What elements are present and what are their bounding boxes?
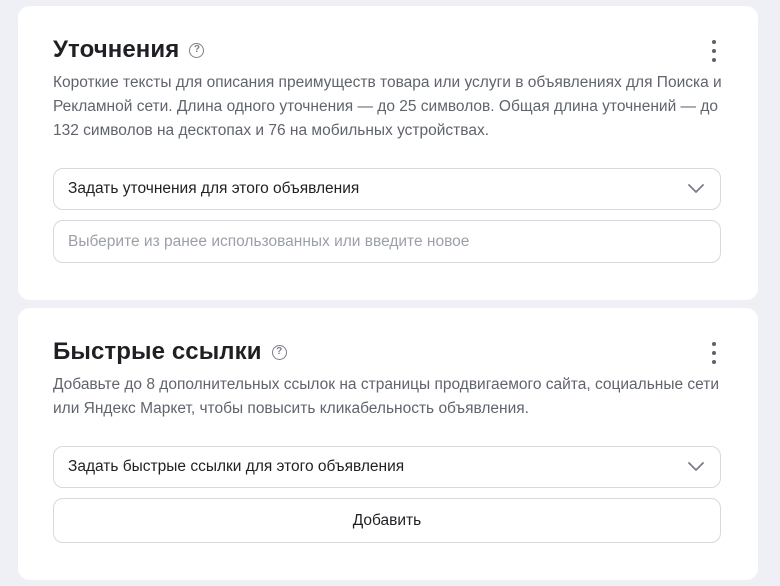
refinements-description: Короткие тексты для описания преимуществ… [53, 74, 722, 139]
quick-links-card: Быстрые ссылки ? Добавьте до 8 дополните… [18, 308, 758, 580]
quick-links-title: Быстрые ссылки [53, 338, 262, 365]
refinements-select-label: Задать уточнения для этого объявления [68, 180, 360, 197]
refinements-header: Уточнения ? [53, 36, 205, 64]
more-options-icon[interactable] [706, 40, 722, 62]
quick-links-header: Быстрые ссылки ? [53, 338, 287, 366]
refinements-select[interactable]: Задать уточнения для этого объявления [53, 168, 721, 210]
refinements-input[interactable] [53, 220, 721, 263]
quick-links-description: Добавьте до 8 дополнительных ссылок на с… [53, 376, 720, 417]
chevron-down-icon [688, 462, 704, 471]
refinements-card: Уточнения ? Короткие тексты для описания… [18, 6, 758, 300]
quick-links-select-label: Задать быстрые ссылки для этого объявлен… [68, 458, 405, 475]
help-icon[interactable]: ? [189, 42, 205, 58]
chevron-down-icon [688, 184, 704, 193]
help-icon[interactable]: ? [271, 344, 287, 360]
quick-links-select[interactable]: Задать быстрые ссылки для этого объявлен… [53, 446, 721, 488]
add-quick-link-button[interactable]: Добавить [53, 498, 721, 543]
refinements-title: Уточнения [53, 36, 180, 63]
more-options-icon[interactable] [706, 342, 722, 364]
